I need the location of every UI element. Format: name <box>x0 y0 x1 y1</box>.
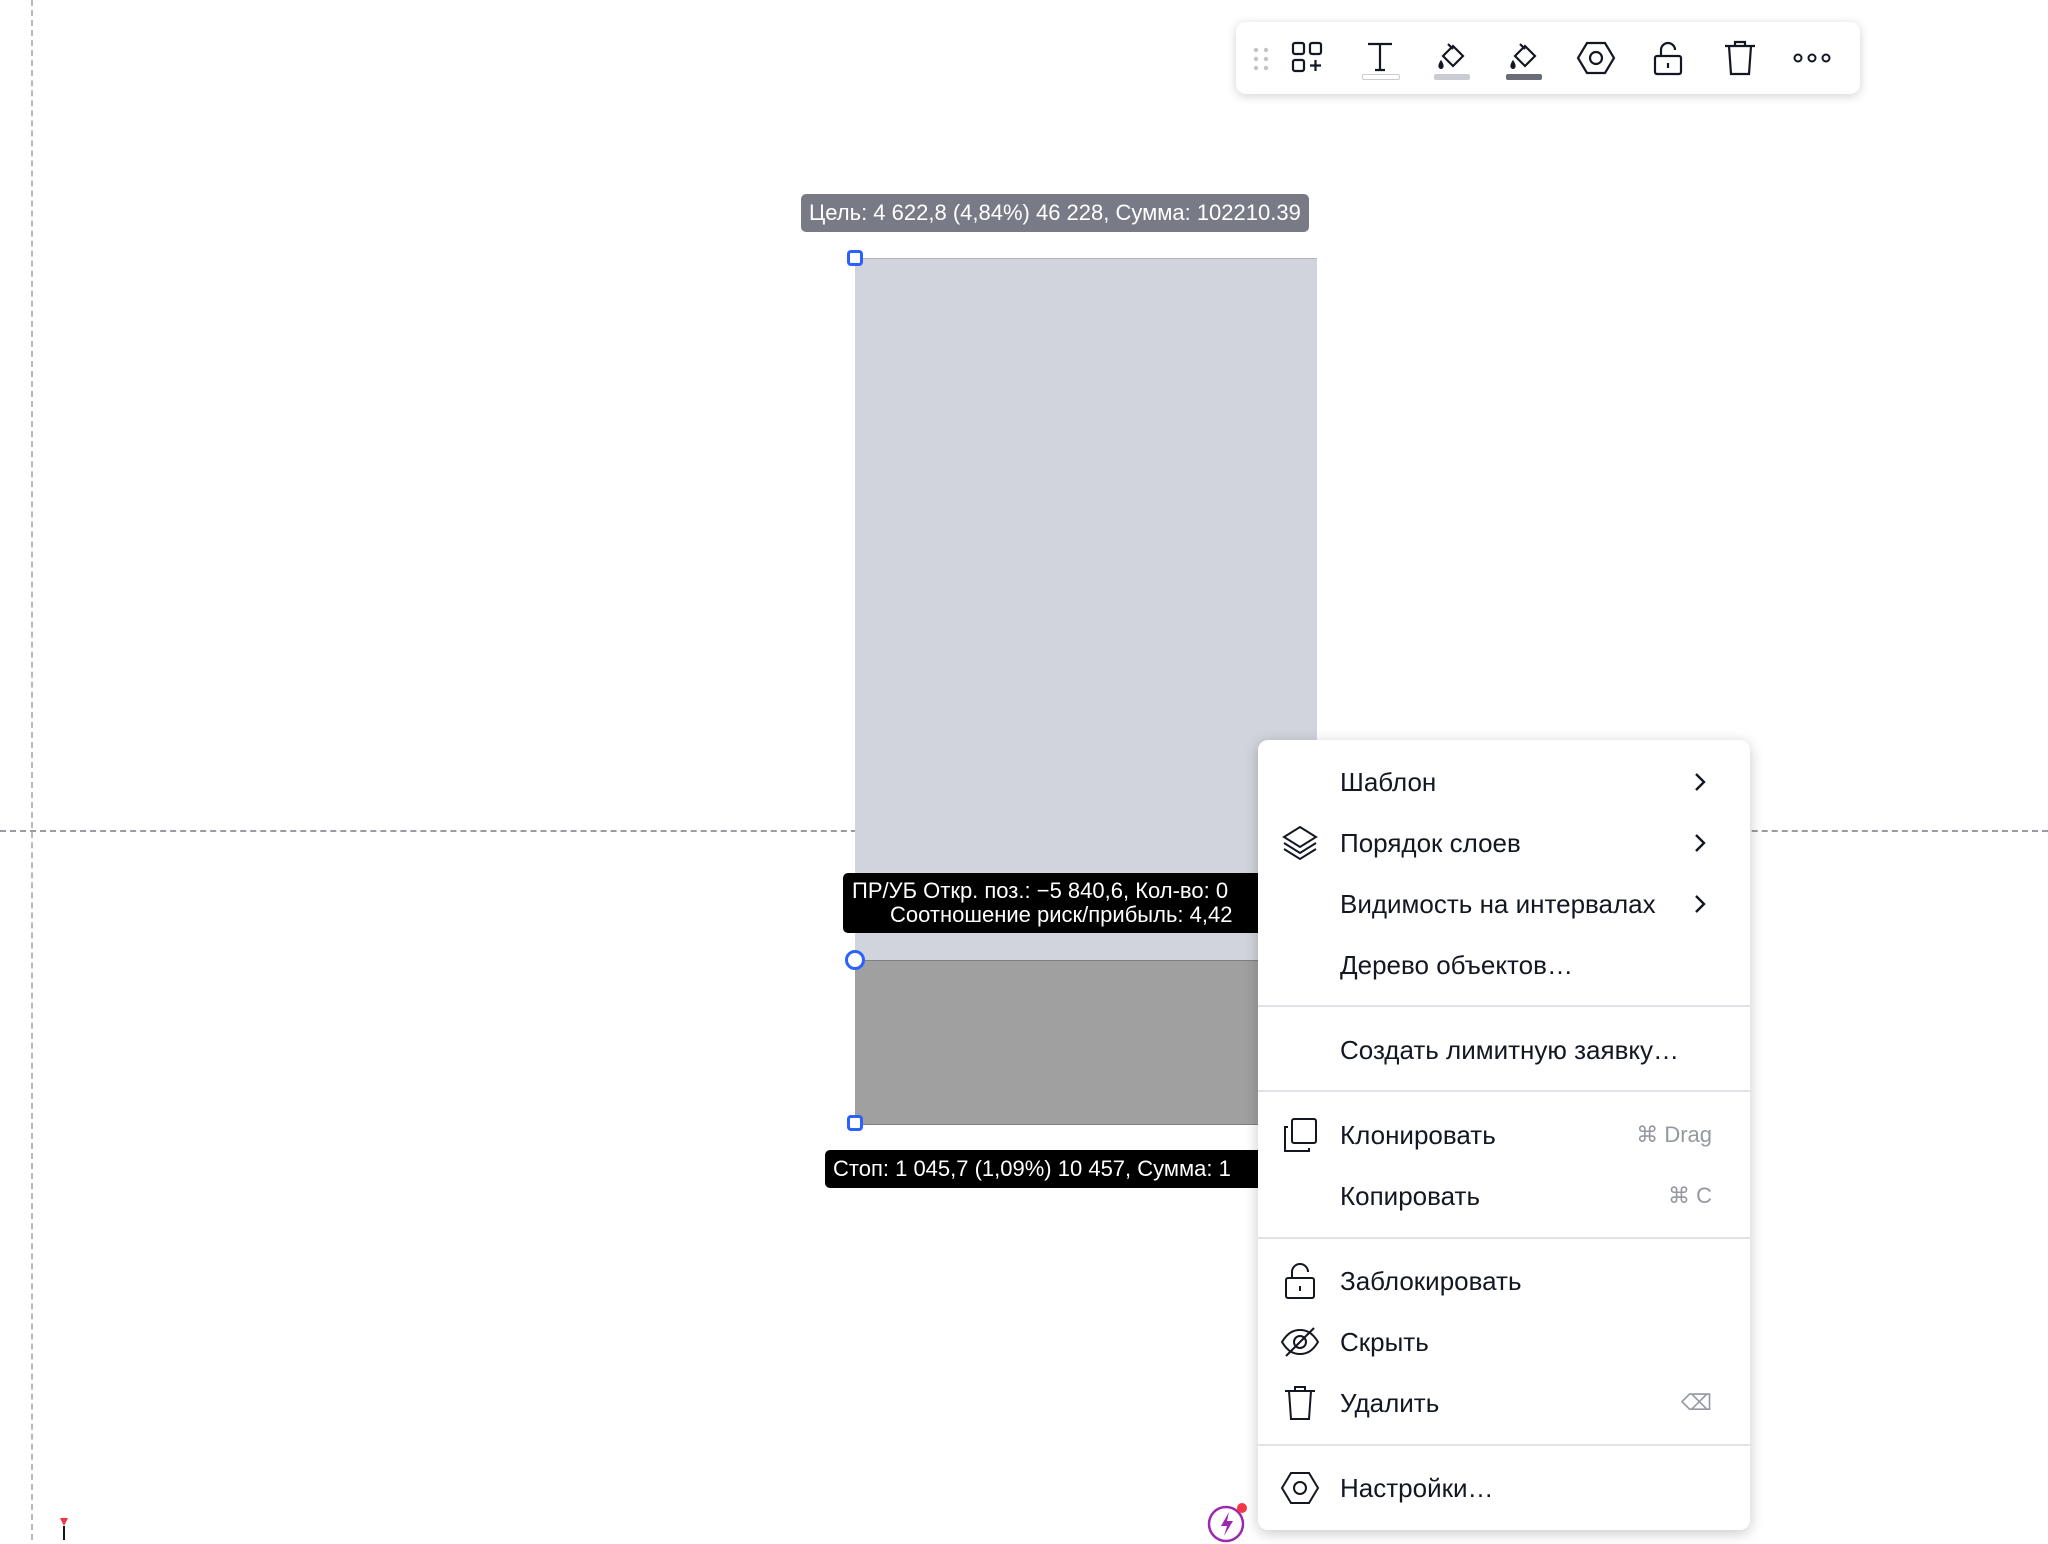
menu-separator <box>1258 1090 1750 1092</box>
settings-hexagon-icon <box>1576 41 1616 75</box>
add-template-button[interactable] <box>1280 30 1336 86</box>
lock-open-icon <box>1653 41 1683 76</box>
menu-item-label: Заблокировать <box>1340 1266 1522 1296</box>
trash-icon <box>1725 40 1755 76</box>
background-color-button[interactable] <box>1496 30 1552 86</box>
background-color-swatch <box>1506 74 1542 80</box>
chevron-right-icon <box>1695 834 1706 852</box>
marker-icon <box>60 1518 68 1540</box>
drag-handle-icon[interactable] <box>1250 46 1274 72</box>
menu-separator <box>1258 1005 1750 1007</box>
menu-item-label: Порядок слоев <box>1340 828 1521 858</box>
settings-button[interactable] <box>1568 30 1624 86</box>
menu-separator <box>1258 1444 1750 1446</box>
context-menu: Шаблон Порядок слоев Видимость на интерв… <box>1258 740 1750 1530</box>
more-icon <box>1793 53 1831 63</box>
menu-item-shortcut: ⌫ <box>1680 1390 1712 1415</box>
pnl-line: ПР/УБ Откр. поз.: −5 840,6, Кол-во: 0 <box>852 878 1229 903</box>
fill-color-button[interactable] <box>1424 30 1480 86</box>
menu-item-object-tree[interactable]: Дерево объектов… <box>1258 935 1750 995</box>
lightning-bolt-icon[interactable] <box>1206 1500 1250 1544</box>
trash-icon <box>1280 1383 1320 1423</box>
settings-hexagon-icon <box>1280 1468 1320 1508</box>
stop-handle[interactable] <box>847 1115 863 1131</box>
target-zone[interactable] <box>855 258 1317 961</box>
text-color-button[interactable] <box>1352 30 1408 86</box>
menu-item-lock[interactable]: Заблокировать <box>1258 1251 1750 1311</box>
add-template-icon <box>1291 41 1323 73</box>
chevron-right-icon <box>1695 773 1706 791</box>
entry-handle[interactable] <box>845 950 865 970</box>
chevron-right-icon <box>1695 895 1706 913</box>
menu-item-create-limit-order[interactable]: Создать лимитную заявку… <box>1258 1020 1750 1080</box>
menu-separator <box>1258 1237 1750 1239</box>
menu-item-settings[interactable]: Настройки… <box>1258 1458 1750 1518</box>
menu-item-shortcut: ⌘ Drag <box>1636 1122 1712 1147</box>
menu-item-label: Видимость на интервалах <box>1340 889 1656 919</box>
menu-item-label: Шаблон <box>1340 767 1437 797</box>
stop-zone[interactable] <box>855 960 1317 1125</box>
delete-button[interactable] <box>1712 30 1768 86</box>
stop-label: Стоп: 1 045,7 (1,09%) 10 457, Сумма: 1 <box>825 1150 1265 1188</box>
floating-drawing-toolbar <box>1236 22 1860 94</box>
lock-open-icon <box>1280 1261 1320 1301</box>
layers-icon <box>1280 823 1320 863</box>
menu-item-label: Клонировать <box>1340 1120 1496 1150</box>
vertical-crosshair-line <box>31 0 33 1540</box>
menu-item-label: Настройки… <box>1340 1473 1494 1503</box>
menu-item-shortcut: ⌘ C <box>1668 1183 1712 1208</box>
menu-item-template[interactable]: Шаблон <box>1258 752 1750 812</box>
fill-color-swatch <box>1434 74 1470 80</box>
menu-item-copy[interactable]: Копировать ⌘ C <box>1258 1166 1750 1226</box>
text-color-swatch <box>1362 74 1400 80</box>
menu-item-label: Создать лимитную заявку… <box>1340 1035 1680 1065</box>
menu-item-clone[interactable]: Клонировать ⌘ Drag <box>1258 1105 1750 1165</box>
lock-button[interactable] <box>1640 30 1696 86</box>
eye-hidden-icon <box>1280 1322 1320 1362</box>
menu-item-layer-order[interactable]: Порядок слоев <box>1258 813 1750 873</box>
risk-reward-line: Соотношение риск/прибыль: 4,42 <box>890 902 1233 927</box>
menu-item-label: Дерево объектов… <box>1340 950 1573 980</box>
more-button[interactable] <box>1784 30 1840 86</box>
fill-bucket-light-icon <box>1438 43 1465 70</box>
clone-icon <box>1280 1115 1320 1155</box>
menu-item-label: Скрыть <box>1340 1327 1429 1357</box>
target-handle[interactable] <box>847 250 863 266</box>
menu-item-visibility[interactable]: Видимость на интервалах <box>1258 874 1750 934</box>
target-label: Цель: 4 622,8 (4,84%) 46 228, Сумма: 102… <box>801 194 1309 232</box>
menu-item-label: Удалить <box>1340 1388 1440 1418</box>
menu-item-label: Копировать <box>1340 1181 1480 1211</box>
pnl-info-box: ПР/УБ Откр. поз.: −5 840,6, Кол-во: 0 Со… <box>843 873 1263 933</box>
menu-item-delete[interactable]: Удалить ⌫ <box>1258 1373 1750 1433</box>
fill-bucket-dark-icon <box>1510 43 1537 70</box>
menu-item-hide[interactable]: Скрыть <box>1258 1312 1750 1372</box>
text-icon <box>1368 42 1392 72</box>
